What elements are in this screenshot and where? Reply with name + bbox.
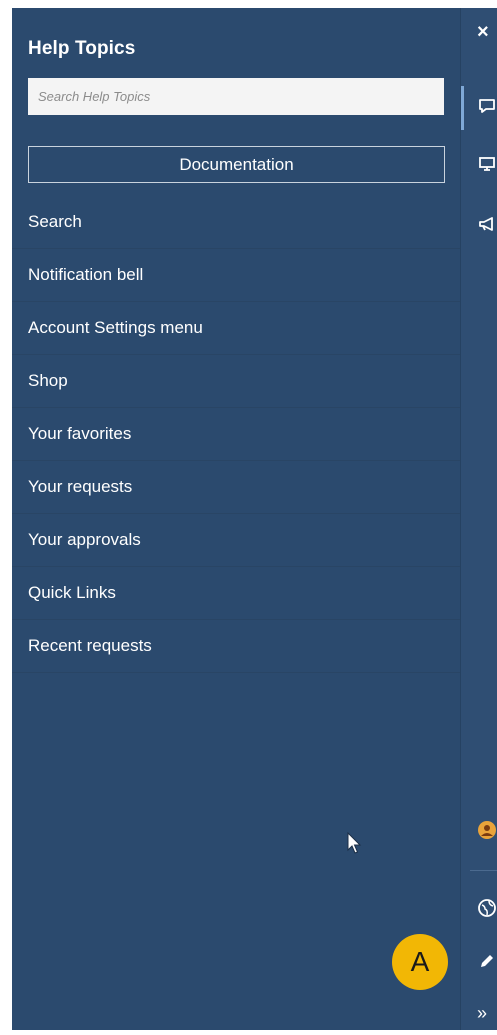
rail-divider — [470, 870, 497, 871]
search-help-topics-input[interactable] — [28, 78, 444, 115]
topic-your-approvals[interactable]: Your approvals — [12, 514, 460, 567]
topic-notification-bell[interactable]: Notification bell — [12, 249, 460, 302]
active-rail-indicator — [461, 86, 464, 130]
topic-your-requests[interactable]: Your requests — [12, 461, 460, 514]
annotation-badge-a: A — [392, 934, 448, 990]
chat-icon[interactable] — [477, 96, 497, 116]
mouse-cursor-icon — [347, 832, 362, 854]
globe-icon[interactable] — [477, 898, 497, 918]
help-topics-panel: Help Topics Documentation Search Notific… — [12, 8, 460, 1030]
screen-share-icon[interactable] — [477, 154, 497, 174]
megaphone-icon[interactable] — [477, 214, 497, 234]
avatar-icon[interactable] — [477, 820, 497, 840]
expand-icon[interactable]: » — [477, 1003, 497, 1023]
edit-icon[interactable] — [477, 951, 497, 971]
topics-list: Search Notification bell Account Setting… — [12, 196, 460, 673]
documentation-button[interactable]: Documentation — [28, 146, 445, 183]
topic-recent-requests[interactable]: Recent requests — [12, 620, 460, 673]
panel-title: Help Topics — [28, 38, 136, 59]
help-frame: Help Topics Documentation Search Notific… — [12, 8, 497, 1030]
topic-quick-links[interactable]: Quick Links — [12, 567, 460, 620]
close-icon[interactable]: × — [477, 22, 497, 42]
topic-your-favorites[interactable]: Your favorites — [12, 408, 460, 461]
topic-search[interactable]: Search — [12, 196, 460, 249]
topic-shop[interactable]: Shop — [12, 355, 460, 408]
topic-account-settings-menu[interactable]: Account Settings menu — [12, 302, 460, 355]
